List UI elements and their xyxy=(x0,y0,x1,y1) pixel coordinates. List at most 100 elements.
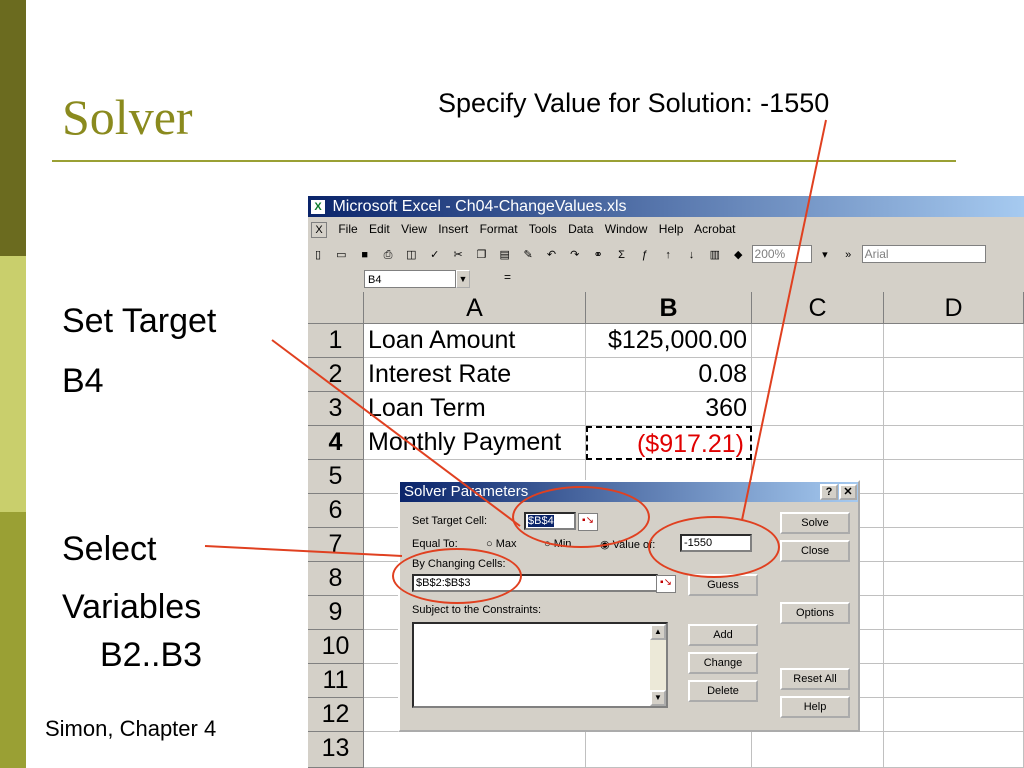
column-header-c[interactable]: C xyxy=(752,292,884,324)
row-13-cells[interactable] xyxy=(364,732,1024,768)
row-header-13[interactable]: 13 xyxy=(308,732,364,768)
close-icon[interactable]: ✕ xyxy=(839,484,857,500)
drawing-icon[interactable]: ◆ xyxy=(731,248,745,262)
cell-c4[interactable] xyxy=(752,426,884,460)
menu-data[interactable]: Data xyxy=(568,222,593,236)
sort-asc-icon[interactable]: ↑ xyxy=(661,248,675,262)
scroll-up-icon[interactable]: ▲ xyxy=(650,624,666,640)
set-target-label: Set Target xyxy=(62,302,217,340)
row-header-2[interactable]: 2 xyxy=(308,358,364,392)
select-all-corner[interactable] xyxy=(308,292,364,324)
row-header-4[interactable]: 4 xyxy=(308,426,364,460)
save-icon[interactable]: ■ xyxy=(358,248,372,262)
paste-icon[interactable]: ▤ xyxy=(498,248,512,262)
annotation-value: Specify Value for Solution: -1550 xyxy=(438,88,830,118)
cell-a3[interactable]: Loan Term xyxy=(364,392,586,426)
row-header-12[interactable]: 12 xyxy=(308,698,364,732)
menu-insert[interactable]: Insert xyxy=(438,222,468,236)
new-icon[interactable]: ▯ xyxy=(311,248,325,262)
constraints-scrollbar[interactable]: ▲ ▼ xyxy=(650,624,666,706)
cell-c1[interactable] xyxy=(752,324,884,358)
side-bar-top xyxy=(0,0,26,256)
redo-icon[interactable]: ↷ xyxy=(568,248,582,262)
cell-c3[interactable] xyxy=(752,392,884,426)
help-button[interactable]: Help xyxy=(780,696,850,718)
row-header-10[interactable]: 10 xyxy=(308,630,364,664)
function-icon[interactable]: ƒ xyxy=(638,248,652,262)
row-header-8[interactable]: 8 xyxy=(308,562,364,596)
select-label: Select xyxy=(62,530,157,568)
max-radio[interactable]: ○ Max xyxy=(486,538,516,550)
menu-acrobat[interactable]: Acrobat xyxy=(694,222,735,236)
options-button[interactable]: Options xyxy=(780,602,850,624)
menu-file[interactable]: File xyxy=(338,222,357,236)
autosum-icon[interactable]: Σ xyxy=(614,248,628,262)
more-tools-icon[interactable]: » xyxy=(841,248,855,262)
print-icon[interactable]: ⎙ xyxy=(381,248,395,262)
row-header-11[interactable]: 11 xyxy=(308,664,364,698)
help-icon[interactable]: ? xyxy=(820,484,838,500)
hyperlink-icon[interactable]: ⚭ xyxy=(591,248,605,262)
cell-a4[interactable]: Monthly Payment xyxy=(364,426,586,460)
changing-highlight-ellipse xyxy=(392,548,522,604)
cut-icon[interactable]: ✂ xyxy=(451,248,465,262)
row-header-6[interactable]: 6 xyxy=(308,494,364,528)
reset-all-button[interactable]: Reset All xyxy=(780,668,850,690)
cell-d3[interactable] xyxy=(884,392,1024,426)
menu-bar: X File Edit View Insert Format Tools Dat… xyxy=(308,218,1024,240)
open-icon[interactable]: ▭ xyxy=(334,248,348,262)
font-select[interactable]: Arial xyxy=(861,245,986,263)
cell-b4-selected[interactable]: ($917.21) xyxy=(586,426,752,460)
column-header-a[interactable]: A xyxy=(364,292,586,324)
close-button[interactable]: Close xyxy=(780,540,850,562)
col-line-cd xyxy=(883,460,884,768)
row-header-1[interactable]: 1 xyxy=(308,324,364,358)
chart-wizard-icon[interactable]: ▥ xyxy=(708,248,722,262)
copy-icon[interactable]: ❐ xyxy=(474,248,488,262)
constraints-list[interactable]: ▲ ▼ xyxy=(412,622,668,708)
solve-button[interactable]: Solve xyxy=(780,512,850,534)
add-button[interactable]: Add xyxy=(688,624,758,646)
menu-help[interactable]: Help xyxy=(659,222,684,236)
menu-format[interactable]: Format xyxy=(480,222,518,236)
scroll-down-icon[interactable]: ▼ xyxy=(650,690,666,706)
chevron-down-icon[interactable]: ▾ xyxy=(818,248,832,262)
formula-equals[interactable]: = xyxy=(504,270,511,284)
menu-window[interactable]: Window xyxy=(605,222,648,236)
cell-c2[interactable] xyxy=(752,358,884,392)
row-header-9[interactable]: 9 xyxy=(308,596,364,630)
excel-app-icon: X xyxy=(311,199,325,214)
cell-a1[interactable]: Loan Amount xyxy=(364,324,586,358)
cell-b1[interactable]: $125,000.00 xyxy=(586,324,752,358)
max-label: Max xyxy=(495,538,517,550)
cell-a2[interactable]: Interest Rate xyxy=(364,358,586,392)
format-painter-icon[interactable]: ✎ xyxy=(521,248,535,262)
collapse-changing-icon[interactable]: ▪↘ xyxy=(656,575,676,593)
sort-desc-icon[interactable]: ↓ xyxy=(685,248,699,262)
menu-edit[interactable]: Edit xyxy=(369,222,390,236)
menu-view[interactable]: View xyxy=(401,222,427,236)
change-button[interactable]: Change xyxy=(688,652,758,674)
side-bar-bottom xyxy=(0,512,26,768)
cell-d4[interactable] xyxy=(884,426,1024,460)
delete-button[interactable]: Delete xyxy=(688,680,758,702)
menu-tools[interactable]: Tools xyxy=(529,222,557,236)
value-highlight-ellipse xyxy=(648,516,780,578)
name-box-dropdown-icon[interactable]: ▼ xyxy=(456,270,470,288)
row-header-5[interactable]: 5 xyxy=(308,460,364,494)
cell-d2[interactable] xyxy=(884,358,1024,392)
variables-label: Variables xyxy=(62,588,202,626)
name-box[interactable]: B4 xyxy=(364,270,456,288)
spelling-icon[interactable]: ✓ xyxy=(428,248,442,262)
footer-text: Simon, Chapter 4 xyxy=(45,716,217,741)
column-header-d[interactable]: D xyxy=(884,292,1024,324)
row-header-3[interactable]: 3 xyxy=(308,392,364,426)
column-header-b[interactable]: B xyxy=(586,292,752,324)
undo-icon[interactable]: ↶ xyxy=(544,248,558,262)
cell-b3[interactable]: 360 xyxy=(586,392,752,426)
cell-d1[interactable] xyxy=(884,324,1024,358)
preview-icon[interactable]: ◫ xyxy=(404,248,418,262)
cell-b2[interactable]: 0.08 xyxy=(586,358,752,392)
row-header-7[interactable]: 7 xyxy=(308,528,364,562)
zoom-select[interactable]: 200% xyxy=(751,245,812,263)
